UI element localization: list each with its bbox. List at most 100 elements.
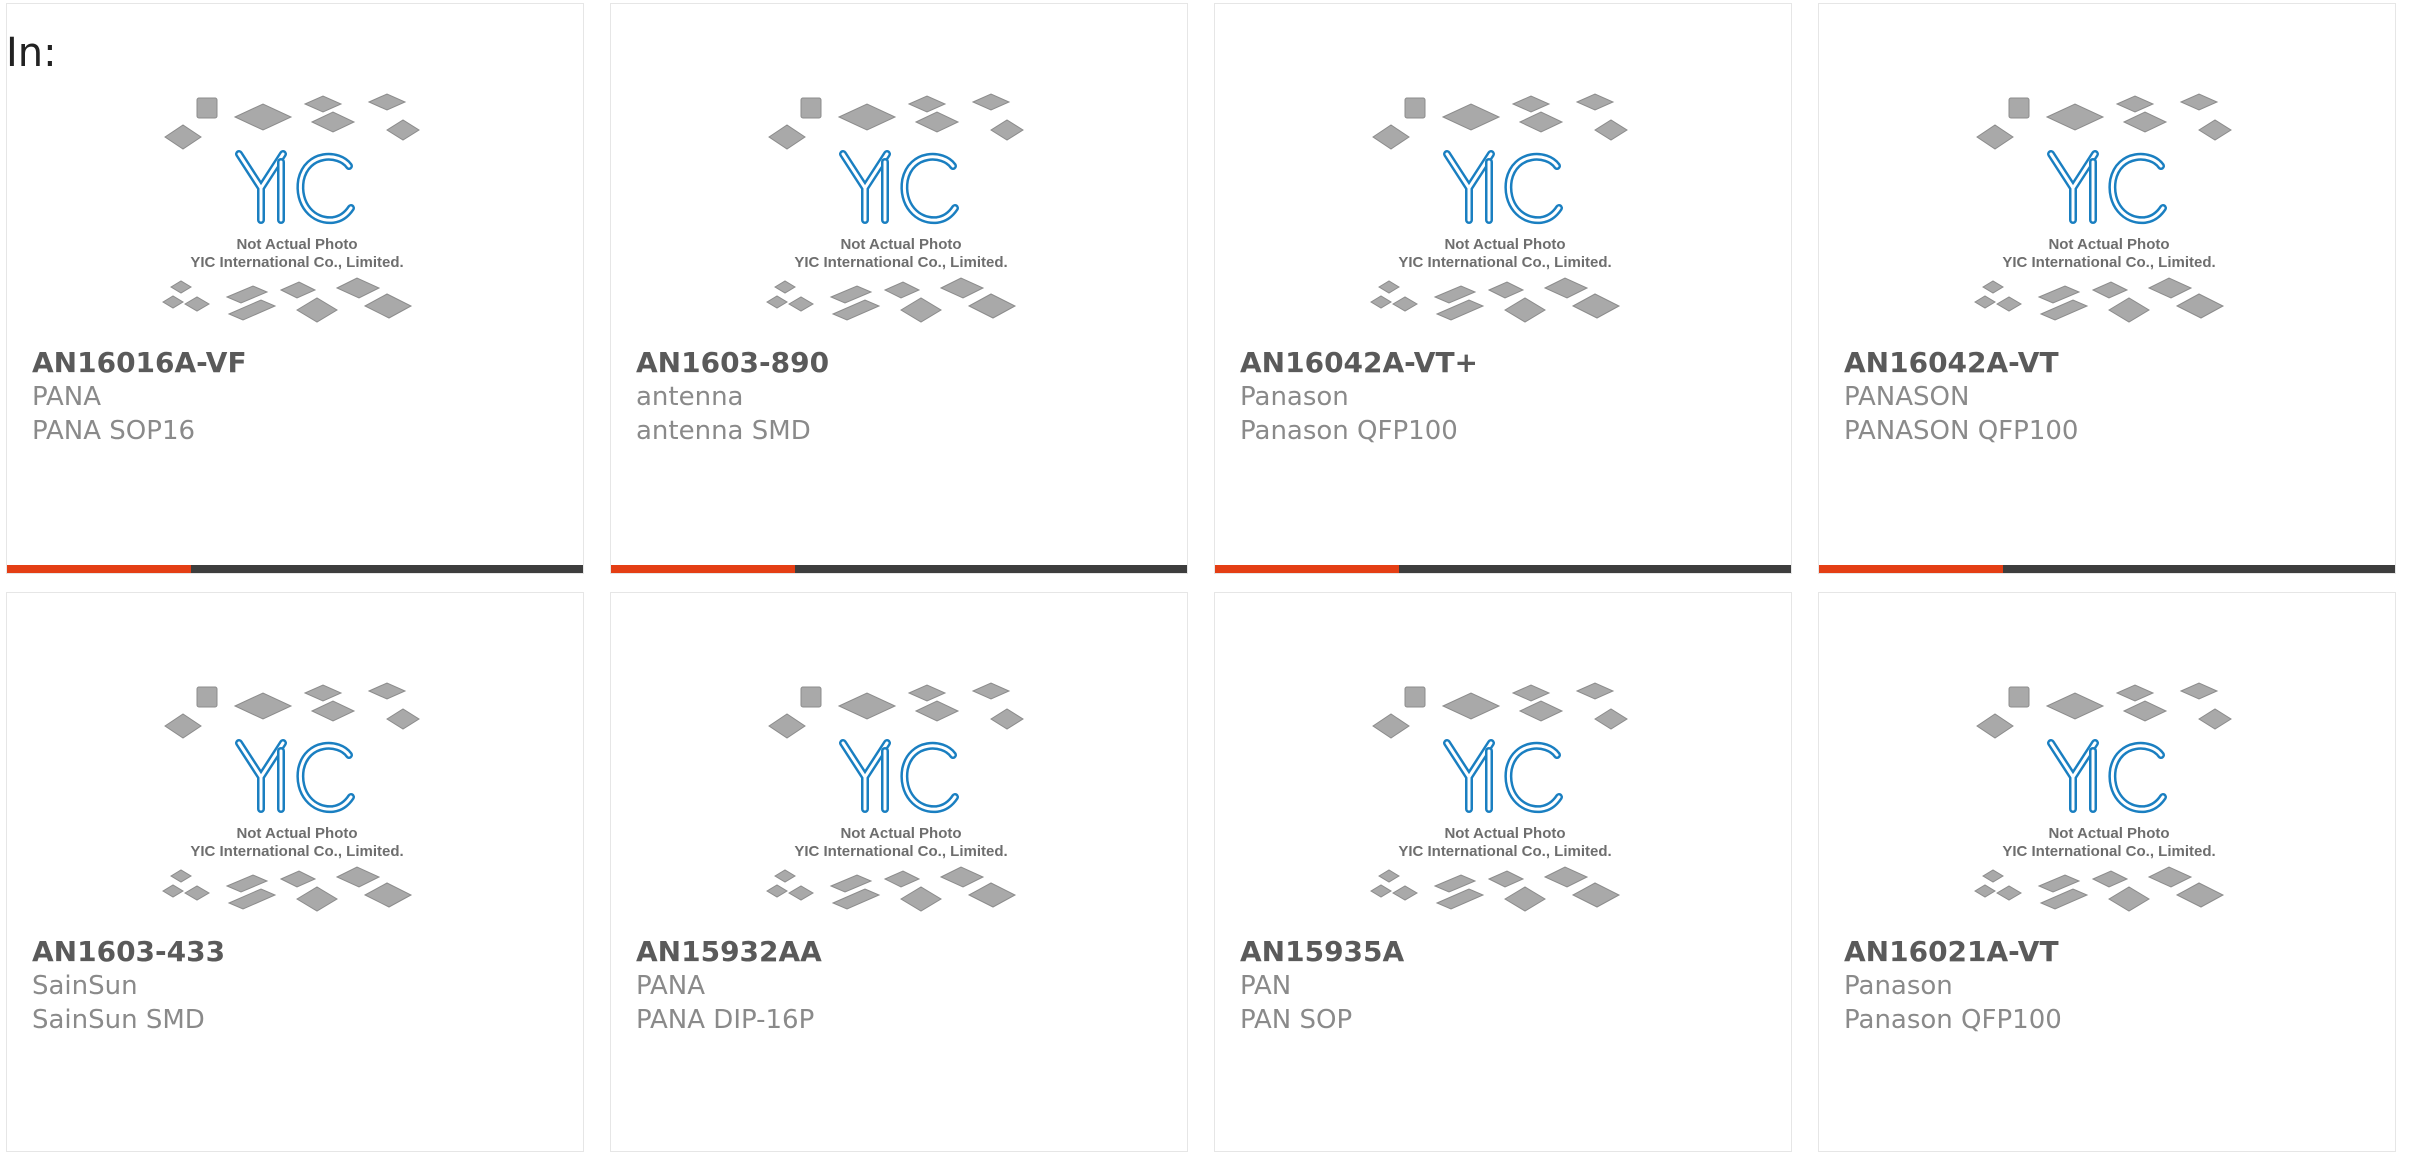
chip-icon <box>883 870 921 888</box>
chip-icon <box>2115 95 2155 113</box>
product-card[interactable]: Not Actual Photo YIC International Co., … <box>1818 592 2396 1152</box>
manufacturer: Panason <box>1844 971 1953 1001</box>
chip-icon <box>939 277 985 299</box>
chip-icon <box>1435 888 1485 910</box>
product-info: AN15935A PAN PAN SOP <box>1240 935 1404 1037</box>
chip-icon <box>2045 103 2105 131</box>
manufacturer: PANA <box>636 971 706 1001</box>
chip-icon <box>363 293 413 319</box>
chip-icon <box>1976 124 2014 150</box>
chip-icon <box>1441 692 1501 720</box>
package-info: antenna SMD <box>636 416 811 446</box>
part-number[interactable]: AN1603-433 <box>32 935 225 969</box>
chip-icon <box>2179 93 2219 111</box>
chip-icon <box>363 882 413 908</box>
yic-logo-icon <box>2047 150 2167 225</box>
chip-icon <box>914 111 960 133</box>
manufacturer: PANA <box>32 382 102 412</box>
part-number[interactable]: AN15932AA <box>636 935 822 969</box>
part-number[interactable]: AN16042A-VT <box>1844 346 2078 380</box>
chip-icon <box>967 882 1017 908</box>
package-info: Panason QFP100 <box>1844 1005 2062 1035</box>
chip-icon <box>883 281 921 299</box>
chip-icon <box>2008 97 2030 119</box>
chip-icon <box>367 682 407 700</box>
manufacturer: PAN <box>1240 971 1292 1001</box>
placeholder-image: Not Actual Photo YIC International Co., … <box>766 93 1024 323</box>
chip-icon <box>1487 281 1525 299</box>
company-text: YIC International Co., Limited. <box>1398 843 1611 860</box>
placeholder-image: Not Actual Photo YIC International Co., … <box>1370 682 1628 912</box>
chip-icon <box>914 700 960 722</box>
chip-icon <box>2122 111 2168 133</box>
chip-icon <box>310 700 356 722</box>
package-info: PAN SOP <box>1240 1005 1353 1035</box>
chip-icon <box>303 95 343 113</box>
chip-icon <box>164 124 202 150</box>
company-text: YIC International Co., Limited. <box>1398 254 1611 271</box>
chip-icon <box>227 299 277 321</box>
package-info: SainSun SMD <box>32 1005 205 1035</box>
package-info: PANA SOP16 <box>32 416 196 446</box>
chip-icon <box>1511 684 1551 702</box>
product-card[interactable]: Not Actual Photo YIC International Co., … <box>610 3 1188 574</box>
chip-icon <box>1518 111 1564 133</box>
card-accent-bar <box>1819 565 2003 573</box>
product-info: AN1603-433 SainSun SainSun SMD <box>32 935 225 1037</box>
product-info: AN16042A-VT PANASON PANASON QFP100 <box>1844 346 2078 448</box>
product-card[interactable]: Not Actual Photo YIC International Co., … <box>1214 3 1792 574</box>
chip-icon <box>1982 869 2004 883</box>
chip-icon <box>766 884 788 898</box>
chip-icon <box>1487 870 1525 888</box>
card-accent-bar <box>1215 565 1399 573</box>
placeholder-image: Not Actual Photo YIC International Co., … <box>766 682 1024 912</box>
part-number[interactable]: AN1603-890 <box>636 346 829 380</box>
product-grid: Not Actual Photo YIC International Co., … <box>6 3 2398 1152</box>
part-number[interactable]: AN16021A-VT <box>1844 935 2062 969</box>
company-text: YIC International Co., Limited. <box>794 843 1007 860</box>
card-footer-bar <box>7 565 583 573</box>
chip-icon <box>766 295 788 309</box>
card-accent-bar <box>611 565 795 573</box>
chip-icon <box>367 93 407 111</box>
chip-icon <box>1571 293 1621 319</box>
part-number[interactable]: AN16042A-VT+ <box>1240 346 1478 380</box>
product-card[interactable]: Not Actual Photo YIC International Co., … <box>6 3 584 574</box>
chip-icon <box>1575 682 1615 700</box>
chip-icon <box>837 692 897 720</box>
not-actual-photo-text: Not Actual Photo <box>840 236 961 253</box>
product-card[interactable]: Not Actual Photo YIC International Co., … <box>1818 3 2396 574</box>
product-listing-page: In: Not Actual Photo YIC International C… <box>0 0 2410 1155</box>
chip-icon <box>1392 296 1418 312</box>
chip-icon <box>1571 882 1621 908</box>
chip-icon <box>2108 297 2150 323</box>
yic-logo-icon <box>1443 739 1563 814</box>
chip-icon <box>162 295 184 309</box>
chip-icon <box>1594 119 1628 141</box>
product-info: AN16016A-VF PANA PANA SOP16 <box>32 346 247 448</box>
yic-logo-icon <box>235 150 355 225</box>
not-actual-photo-text: Not Actual Photo <box>1444 825 1565 842</box>
chip-icon <box>800 686 822 708</box>
chip-icon <box>296 297 338 323</box>
chip-icon <box>1974 884 1996 898</box>
chip-icon <box>768 713 806 739</box>
chip-icon <box>831 299 881 321</box>
product-card[interactable]: Not Actual Photo YIC International Co., … <box>610 592 1188 1152</box>
chip-icon <box>170 280 192 294</box>
yic-logo-icon <box>1443 150 1563 225</box>
chip-icon <box>939 866 985 888</box>
yic-logo-icon <box>235 739 355 814</box>
part-number[interactable]: AN15935A <box>1240 935 1404 969</box>
product-card[interactable]: Not Actual Photo YIC International Co., … <box>1214 592 1792 1152</box>
chip-icon <box>2045 692 2105 720</box>
part-number[interactable]: AN16016A-VF <box>32 346 247 380</box>
chip-icon <box>2198 119 2232 141</box>
chip-icon <box>2008 686 2030 708</box>
chip-icon <box>184 885 210 901</box>
product-card[interactable]: Not Actual Photo YIC International Co., … <box>6 592 584 1152</box>
chip-icon <box>2122 700 2168 722</box>
chip-icon <box>196 686 218 708</box>
chip-icon <box>2179 682 2219 700</box>
chip-icon <box>1370 884 1392 898</box>
